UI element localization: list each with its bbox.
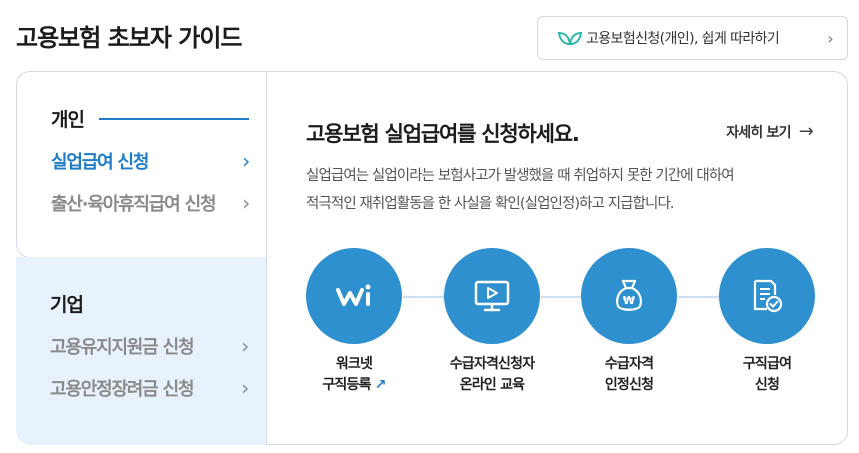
main-panel: 고용보험 실업급여를 신청하세요. 자세히 보기 → 실업급여는 실업이라는 보… <box>266 71 848 445</box>
monitor-play-icon <box>474 280 510 312</box>
sidebar-item-employment-stability[interactable]: 고용안정장려금 신청 › <box>50 375 249 401</box>
money-bag-icon: ₩ <box>616 279 642 311</box>
heading-divider <box>99 118 249 120</box>
leaf-icon <box>558 30 582 46</box>
guide-link-label: 고용보험신청(개인), 쉽게 따라하기 <box>586 31 780 47</box>
chevron-right-icon: › <box>827 29 833 48</box>
external-link-icon: ↗ <box>374 377 387 393</box>
business-group: 기업 고용유지지원금 신청 › 고용안정장려금 신청 › <box>16 257 268 445</box>
chevron-right-icon: › <box>242 191 250 215</box>
document-check-icon <box>753 279 783 313</box>
svg-text:₩: ₩ <box>623 294 635 307</box>
page-title: 고용보험 초보자 가이드 <box>16 24 243 52</box>
chevron-right-icon: › <box>241 334 249 358</box>
sidebar-item-unemployment-benefit[interactable]: 실업급여 신청 › <box>51 148 250 174</box>
description: 실업급여는 실업이라는 보험사고가 발생했을 때 취업하지 못한 기간에 대하여… <box>306 168 735 212</box>
arrow-right-icon: → <box>798 121 814 142</box>
step-eligibility-application[interactable]: ₩ 수급자격 인정신청 <box>560 248 698 396</box>
personal-heading: 개인 <box>51 109 85 131</box>
step-online-education[interactable]: 수급자격신청자 온라인 교육 <box>423 248 561 396</box>
guide-link-button[interactable]: 고용보험신청(개인), 쉽게 따라하기 › <box>537 16 848 60</box>
chevron-right-icon: › <box>241 376 249 400</box>
main-title: 고용보험 실업급여를 신청하세요. <box>306 122 580 146</box>
step-job-seeking-benefit[interactable]: 구직급여 신청 <box>698 248 836 396</box>
personal-group: 개인 실업급여 신청 › 출산·육아휴직급여 신청 › <box>16 71 268 258</box>
sidebar-item-parental-leave[interactable]: 출산·육아휴직급여 신청 › <box>51 190 250 216</box>
more-link[interactable]: 자세히 보기 → <box>726 121 814 142</box>
sidebar-item-employment-retention[interactable]: 고용유지지원금 신청 › <box>50 333 249 359</box>
worknet-logo-icon <box>336 284 371 306</box>
sidebar: 개인 실업급여 신청 › 출산·육아휴직급여 신청 › 기업 고용유지지원금 신… <box>16 71 268 445</box>
chevron-right-icon: › <box>242 149 250 173</box>
step-worknet-registration[interactable]: 워크넷 구직등록 ↗ <box>285 248 423 396</box>
business-heading: 기업 <box>50 294 84 316</box>
